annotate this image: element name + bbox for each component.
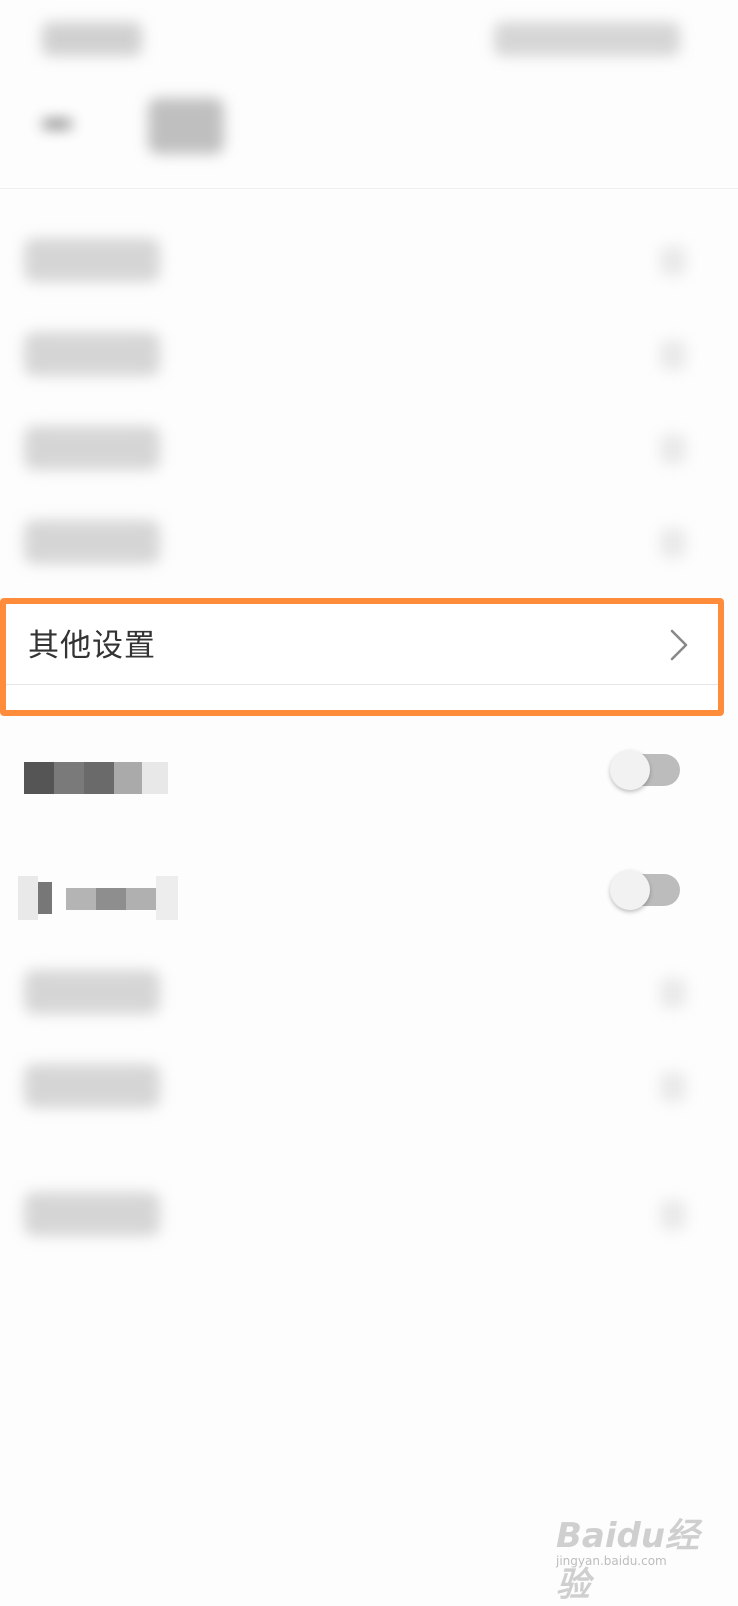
toggle-row[interactable] — [0, 716, 738, 826]
toggle-knob — [610, 750, 650, 790]
row-divider — [6, 684, 718, 685]
toggle-knob — [610, 870, 650, 910]
settings-row-label — [24, 426, 160, 470]
chevron-right-icon — [660, 978, 686, 1008]
back-arrow-icon[interactable] — [36, 108, 80, 144]
chevron-right-icon — [660, 340, 686, 370]
settings-row-label — [24, 970, 160, 1014]
watermark-url: jingyan.baidu.com — [556, 1554, 667, 1568]
settings-row-label — [24, 1064, 160, 1108]
toggle-switch[interactable] — [610, 750, 680, 790]
toggle-switch[interactable] — [610, 870, 680, 910]
chevron-right-icon — [660, 434, 686, 464]
chevron-right-icon — [660, 1200, 686, 1230]
settings-row-label — [24, 332, 160, 376]
settings-row[interactable] — [0, 1040, 738, 1134]
settings-row[interactable] — [0, 946, 738, 1040]
settings-row-label — [24, 238, 160, 282]
other-settings-label: 其他设置 — [28, 628, 156, 664]
settings-row[interactable] — [0, 308, 738, 402]
chevron-right-icon — [660, 528, 686, 558]
toggle-row[interactable] — [0, 836, 738, 946]
status-icons — [494, 22, 680, 56]
settings-row[interactable] — [0, 1168, 738, 1262]
status-time — [42, 22, 142, 56]
chevron-right-icon — [660, 246, 686, 276]
settings-row[interactable] — [0, 402, 738, 496]
settings-row-label — [24, 520, 160, 564]
baidu-watermark: Baidu经验 jingyan.baidu.com — [556, 1488, 726, 1605]
settings-row-label — [24, 1192, 160, 1236]
page-title — [148, 98, 224, 154]
obscured-label — [18, 876, 178, 920]
settings-row[interactable] — [0, 214, 738, 308]
other-settings-row[interactable]: 其他设置 — [0, 598, 724, 716]
chevron-right-icon — [660, 1072, 686, 1102]
header-divider — [0, 188, 738, 189]
obscured-label — [18, 756, 168, 800]
status-bar — [0, 0, 738, 80]
header — [0, 80, 738, 190]
chevron-right-icon — [662, 628, 694, 662]
settings-row[interactable] — [0, 496, 738, 590]
